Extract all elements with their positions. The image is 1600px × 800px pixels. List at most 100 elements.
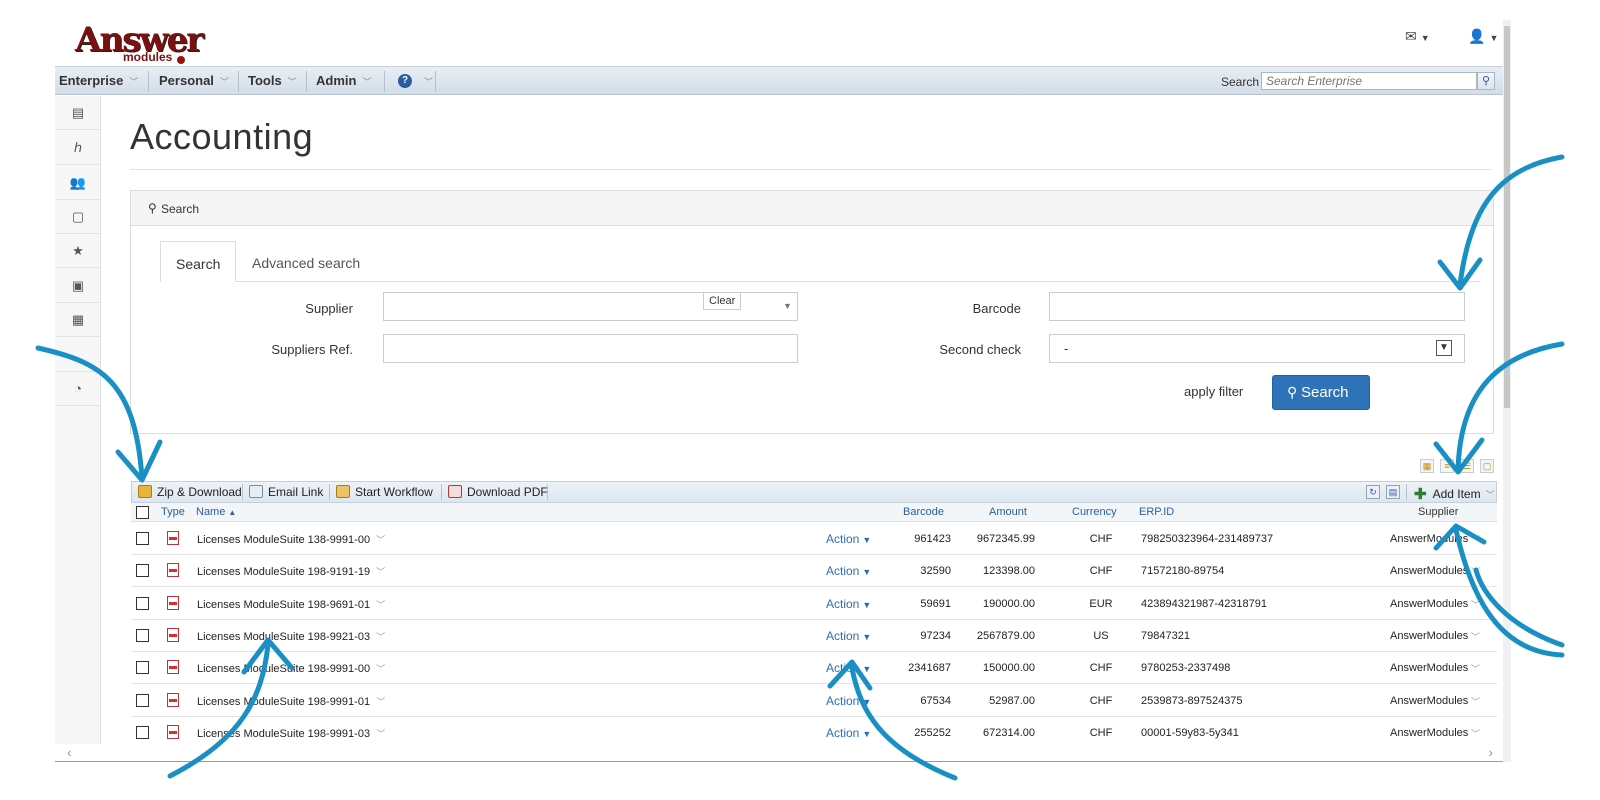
vertical-scroll-thumb[interactable] — [1504, 26, 1510, 408]
menu-personal[interactable]: Personal ﹀ — [159, 73, 229, 88]
table-row[interactable]: Licenses ModuleSuite 198-9691-01 ﹀ Action… — [131, 587, 1497, 620]
tab-advanced-search[interactable]: Advanced search — [237, 241, 375, 282]
top-search-input[interactable] — [1261, 72, 1477, 90]
row-supplier: AnswerModules — [1390, 694, 1469, 707]
second-check-select[interactable]: - ▼ — [1049, 334, 1465, 363]
help-menu-caret[interactable]: ﹀ — [418, 73, 433, 88]
sidebar-hidden-icon[interactable] — [55, 338, 101, 372]
sidebar-page-icon[interactable]: ▢ — [55, 200, 101, 234]
sidebar-document-icon[interactable]: ▤ — [55, 96, 101, 130]
row-name[interactable]: Licenses ModuleSuite 198-9991-00 ﹀ — [197, 662, 385, 675]
column-supplier[interactable]: Supplier — [1418, 506, 1458, 518]
chevron-down-icon[interactable]: ﹀ — [1471, 695, 1480, 708]
tab-search[interactable]: Search — [160, 241, 237, 282]
apply-filter-label: apply filter — [1184, 384, 1244, 399]
table-row[interactable]: Licenses ModuleSuite 138-9991-00 ﹀ Action… — [131, 523, 1497, 555]
select-all-checkbox[interactable] — [136, 506, 149, 519]
row-action-menu[interactable]: Action ▼ — [826, 597, 871, 611]
column-currency[interactable]: Currency — [1072, 506, 1117, 518]
row-name[interactable]: Licenses ModuleSuite 198-9991-01 ﹀ — [197, 695, 385, 708]
thumb-view-icon[interactable]: ▢ — [1480, 459, 1494, 473]
row-name[interactable]: Licenses ModuleSuite 198-9191-19 ﹀ — [197, 565, 385, 578]
scroll-right-icon[interactable]: › — [1488, 744, 1493, 760]
columns-icon[interactable]: ▤ — [1386, 485, 1400, 499]
search-panel-header[interactable]: ⚲ Search — [131, 191, 1493, 226]
zip-download-button[interactable]: Zip & Download — [138, 485, 242, 499]
search-button[interactable]: ⚲ Search — [1272, 375, 1370, 410]
row-checkbox[interactable] — [136, 693, 149, 707]
table-row[interactable]: Licenses ModuleSuite 198-9191-19 ﹀ Action… — [131, 555, 1497, 588]
table-row[interactable]: Licenses ModuleSuite 198-9991-00 ﹀ Action… — [131, 652, 1497, 685]
table-row[interactable]: Licenses ModuleSuite 198-9991-01 ﹀ Action… — [131, 684, 1497, 717]
chevron-down-icon[interactable]: ﹀ — [376, 600, 385, 610]
row-action-menu[interactable]: Action ▼ — [826, 564, 871, 578]
column-barcode[interactable]: Barcode — [903, 506, 944, 518]
chevron-down-icon[interactable]: ﹀ — [376, 697, 385, 707]
start-workflow-button[interactable]: Start Workflow — [336, 485, 433, 499]
chevron-down-icon[interactable]: ﹀ — [1471, 565, 1480, 578]
column-amount[interactable]: Amount — [989, 506, 1027, 518]
sidebar-briefcase-icon[interactable]: ▣ — [55, 269, 101, 303]
grid-view-icon[interactable]: ▦ — [1420, 459, 1434, 473]
help-icon[interactable]: ? — [398, 74, 412, 88]
add-item-button[interactable]: ✚ Add Item ﹀ — [1414, 485, 1495, 503]
chevron-down-icon[interactable]: ﹀ — [1471, 533, 1480, 546]
chevron-down-icon: ﹀ — [287, 77, 297, 87]
row-name[interactable]: Licenses ModuleSuite 198-9691-01 ﹀ — [197, 598, 385, 611]
detail-view-icon[interactable]: ☰ — [1460, 459, 1474, 473]
horizontal-scrollbar[interactable]: ‹ › — [55, 744, 1511, 761]
chevron-down-icon[interactable]: ﹀ — [376, 632, 385, 642]
row-action-menu[interactable]: Action ▼ — [826, 694, 871, 708]
row-checkbox[interactable] — [136, 628, 149, 642]
row-checkbox[interactable] — [136, 564, 149, 578]
row-checkbox[interactable] — [136, 532, 149, 545]
row-action-menu[interactable]: Action ▼ — [826, 532, 871, 546]
row-amount: 672314.00 — [983, 726, 1035, 739]
clear-button[interactable]: Clear — [703, 292, 742, 310]
chevron-down-icon[interactable]: ﹀ — [376, 729, 385, 739]
download-pdf-button[interactable]: Download PDF — [448, 485, 548, 499]
app-window: Answer modules ✉ ▼ 👤 ▼ Enterprise ﹀ Persona… — [55, 20, 1511, 762]
table-row[interactable]: Licenses ModuleSuite 198-9921-03 ﹀ Action… — [131, 619, 1497, 652]
row-currency: CHF — [1089, 565, 1113, 578]
chevron-down-icon[interactable]: ﹀ — [376, 664, 385, 674]
menu-enterprise[interactable]: Enterprise ﹀ — [59, 73, 138, 88]
suppliers-ref-field[interactable] — [383, 334, 798, 363]
row-action-menu[interactable]: Action ▼ — [826, 629, 871, 643]
user-icon[interactable]: 👤 ▼ — [1468, 28, 1498, 45]
sidebar-dashboard-icon[interactable]: ◔ — [55, 372, 101, 406]
chevron-down-icon[interactable]: ﹀ — [376, 567, 385, 577]
scroll-left-icon[interactable]: ‹ — [67, 744, 72, 760]
list-view-icon[interactable]: ≡ — [1440, 459, 1454, 473]
email-link-button[interactable]: Email Link — [249, 485, 323, 499]
row-name[interactable]: Licenses ModuleSuite 198-9991-03 ﹀ — [197, 727, 385, 740]
chevron-down-icon[interactable]: ﹀ — [1471, 662, 1480, 675]
refresh-icon[interactable]: ↻ — [1366, 485, 1380, 499]
menu-tools[interactable]: Tools ﹀ — [248, 73, 297, 88]
sidebar-workflow-icon[interactable]: ℎ — [55, 131, 101, 165]
row-checkbox[interactable] — [136, 596, 149, 610]
column-type[interactable]: Type — [161, 506, 185, 518]
search-icon[interactable]: ⚲ — [1477, 72, 1495, 90]
menu-divider — [435, 71, 436, 92]
chevron-down-icon[interactable]: ﹀ — [1471, 630, 1480, 643]
chevron-down-icon[interactable]: ﹀ — [1471, 727, 1480, 740]
row-checkbox[interactable] — [136, 725, 149, 739]
row-action-menu[interactable]: Action ▼ — [826, 661, 871, 675]
barcode-field[interactable] — [1049, 292, 1465, 321]
chevron-down-icon[interactable]: ▼ — [783, 301, 792, 311]
sidebar-star-icon[interactable]: ★ — [55, 234, 101, 268]
menu-admin[interactable]: Admin ﹀ — [316, 73, 371, 88]
chevron-down-icon[interactable]: ﹀ — [376, 535, 385, 545]
envelope-icon[interactable]: ✉ ▼ — [1405, 28, 1430, 45]
chevron-down-icon[interactable]: ﹀ — [1471, 598, 1480, 611]
column-erp-id[interactable]: ERP.ID — [1139, 506, 1174, 518]
row-name[interactable]: Licenses ModuleSuite 198-9921-03 ﹀ — [197, 630, 385, 643]
sidebar-calendar-icon[interactable]: ▦ — [55, 303, 101, 337]
logo[interactable]: Answer modules — [73, 20, 204, 68]
row-checkbox[interactable] — [136, 661, 149, 675]
row-action-menu[interactable]: Action ▼ — [826, 726, 871, 740]
column-name[interactable]: Name ▲ — [196, 506, 236, 518]
row-name[interactable]: Licenses ModuleSuite 138-9991-00 ﹀ — [197, 533, 385, 546]
sidebar-users-icon[interactable]: 👥 — [55, 166, 101, 200]
